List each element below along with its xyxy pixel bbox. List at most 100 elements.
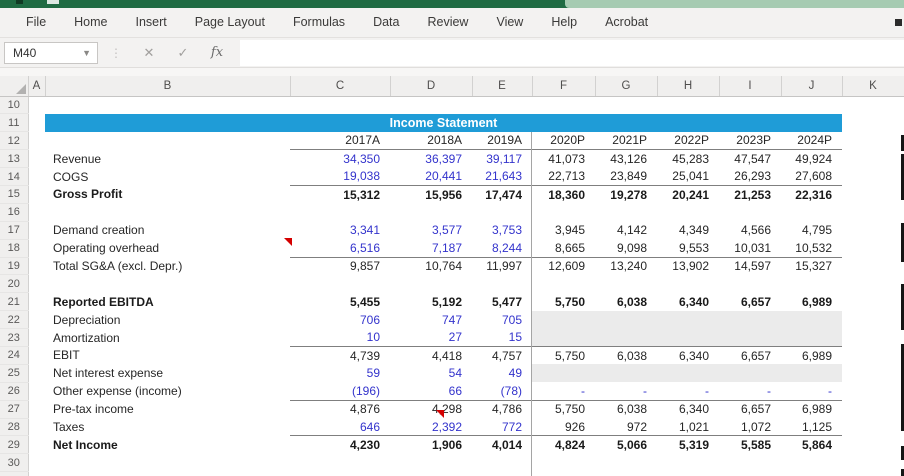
cell-D18[interactable]: 7,187 [390, 239, 472, 257]
cell-J21[interactable]: 6,989 [781, 293, 842, 311]
cell-E28[interactable]: 772 [472, 418, 532, 436]
cell-K28[interactable] [842, 418, 904, 436]
row-header-19[interactable]: 19 [0, 257, 28, 275]
cell-K21[interactable] [842, 293, 904, 311]
cell-C12[interactable]: 2017A [290, 132, 390, 150]
cell-I15[interactable]: 21,253 [719, 185, 781, 203]
cell-C27[interactable]: 4,876 [290, 400, 390, 418]
cell-A27[interactable] [28, 400, 45, 418]
cell-J12[interactable]: 2024P [781, 132, 842, 150]
cell-C18[interactable]: 6,516 [290, 239, 390, 257]
cell-B20[interactable] [45, 275, 290, 293]
cell-A28[interactable] [28, 418, 45, 436]
cell-G21[interactable]: 6,038 [595, 293, 657, 311]
chevron-down-icon[interactable]: ▼ [82, 48, 97, 58]
cell-F30[interactable] [532, 454, 595, 472]
cell-E22[interactable]: 705 [472, 311, 532, 329]
cell-H15[interactable]: 20,241 [657, 185, 719, 203]
cell-E26[interactable]: (78) [472, 382, 532, 400]
cell-A19[interactable] [28, 257, 45, 275]
cell-J19[interactable]: 15,327 [781, 257, 842, 275]
cell-J22[interactable] [781, 311, 842, 329]
cell-K22[interactable] [842, 311, 904, 329]
cell-J26[interactable]: - [781, 382, 842, 400]
cell-F10[interactable] [532, 96, 595, 114]
cell-E19[interactable]: 11,997 [472, 257, 532, 275]
cell-E10[interactable] [472, 96, 532, 114]
cell-A23[interactable] [28, 329, 45, 347]
cell-H19[interactable]: 13,902 [657, 257, 719, 275]
cell-B24[interactable]: EBIT [45, 346, 290, 364]
cell-G17[interactable]: 4,142 [595, 221, 657, 239]
column-header-H[interactable]: H [657, 76, 719, 96]
ribbon-tab-file[interactable]: File [12, 8, 60, 37]
cell-J24[interactable]: 6,989 [781, 346, 842, 364]
cell-K17[interactable] [842, 221, 904, 239]
row-header-18[interactable]: 18 [0, 239, 28, 257]
cell-H18[interactable]: 9,553 [657, 239, 719, 257]
cell-E15[interactable]: 17,474 [472, 185, 532, 203]
row-header-22[interactable]: 22 [0, 311, 28, 329]
section-title-cell[interactable]: Income Statement [45, 114, 842, 132]
cell-C21[interactable]: 5,455 [290, 293, 390, 311]
cell-G27[interactable]: 6,038 [595, 400, 657, 418]
cell-D13[interactable]: 36,397 [390, 150, 472, 168]
cell-F12[interactable]: 2020P [532, 132, 595, 150]
cell-B14[interactable]: COGS [45, 168, 290, 186]
cell-B27[interactable]: Pre-tax income [45, 400, 290, 418]
cell-B19[interactable]: Total SG&A (excl. Depr.) [45, 257, 290, 275]
cell-H30[interactable] [657, 454, 719, 472]
cell-A26[interactable] [28, 382, 45, 400]
cell-G13[interactable]: 43,126 [595, 150, 657, 168]
cell-F14[interactable]: 22,713 [532, 168, 595, 186]
quick-access-icon[interactable] [16, 0, 23, 4]
cell-I31[interactable] [719, 472, 781, 476]
ribbon-tab-formulas[interactable]: Formulas [279, 8, 359, 37]
column-header-F[interactable]: F [532, 76, 595, 96]
ribbon-tab-home[interactable]: Home [60, 8, 121, 37]
cell-C16[interactable] [290, 203, 390, 221]
cell-D10[interactable] [390, 96, 472, 114]
cell-I16[interactable] [719, 203, 781, 221]
row-header-23[interactable]: 23 [0, 329, 28, 347]
cell-J18[interactable]: 10,532 [781, 239, 842, 257]
cell-A14[interactable] [28, 168, 45, 186]
cell-I10[interactable] [719, 96, 781, 114]
cell-D20[interactable] [390, 275, 472, 293]
cell-A15[interactable] [28, 185, 45, 203]
select-all-corner[interactable] [0, 76, 28, 96]
cell-H27[interactable]: 6,340 [657, 400, 719, 418]
cell-E21[interactable]: 5,477 [472, 293, 532, 311]
cell-C25[interactable]: 59 [290, 364, 390, 382]
cell-D28[interactable]: 2,392 [390, 418, 472, 436]
row-header-26[interactable]: 26 [0, 382, 28, 400]
row-header-25[interactable]: 25 [0, 364, 28, 382]
cell-J16[interactable] [781, 203, 842, 221]
column-header-I[interactable]: I [719, 76, 781, 96]
cell-D19[interactable]: 10,764 [390, 257, 472, 275]
cell-K19[interactable] [842, 257, 904, 275]
cell-E14[interactable]: 21,643 [472, 168, 532, 186]
enter-icon[interactable]: ✓ [166, 45, 200, 61]
cell-I22[interactable] [719, 311, 781, 329]
cell-K10[interactable] [842, 96, 904, 114]
cell-H14[interactable]: 25,041 [657, 168, 719, 186]
cell-E27[interactable]: 4,786 [472, 400, 532, 418]
cell-B25[interactable]: Net interest expense [45, 364, 290, 382]
cell-J27[interactable]: 6,989 [781, 400, 842, 418]
cell-J31[interactable] [781, 472, 842, 476]
cell-I13[interactable]: 47,547 [719, 150, 781, 168]
cell-F25[interactable] [532, 364, 595, 382]
cell-K12[interactable] [842, 132, 904, 150]
cell-J28[interactable]: 1,125 [781, 418, 842, 436]
cell-H12[interactable]: 2022P [657, 132, 719, 150]
cell-C19[interactable]: 9,857 [290, 257, 390, 275]
cell-A17[interactable] [28, 221, 45, 239]
cell-K29[interactable] [842, 436, 904, 454]
cell-C17[interactable]: 3,341 [290, 221, 390, 239]
cell-F27[interactable]: 5,750 [532, 400, 595, 418]
cell-K25[interactable] [842, 364, 904, 382]
cell-G29[interactable]: 5,066 [595, 436, 657, 454]
cell-G14[interactable]: 23,849 [595, 168, 657, 186]
cell-G31[interactable] [595, 472, 657, 476]
